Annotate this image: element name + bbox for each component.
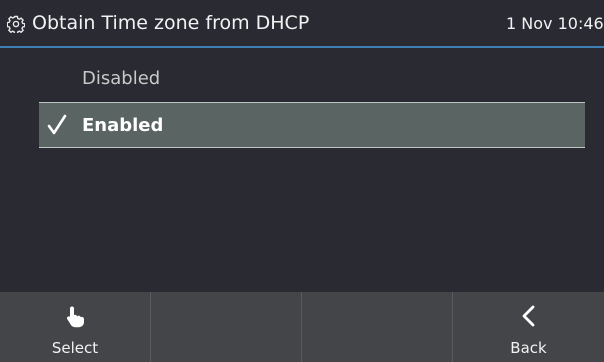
select-softkey[interactable]: Select <box>0 292 151 362</box>
phone-screen: Obtain Time zone from DHCP 1 Nov 10:46 D… <box>0 0 604 362</box>
option-label: Disabled <box>82 68 161 89</box>
hand-pointer-icon <box>66 306 84 328</box>
option-enabled[interactable]: Enabled <box>39 102 585 148</box>
date-time: 1 Nov 10:46 <box>506 14 604 33</box>
page-title: Obtain Time zone from DHCP <box>32 12 310 34</box>
header-bar: Obtain Time zone from DHCP 1 Nov 10:46 <box>0 0 604 48</box>
empty-softkey-3[interactable] <box>302 292 453 362</box>
chevron-left-icon <box>522 305 534 327</box>
option-disabled[interactable]: Disabled <box>39 56 585 102</box>
back-softkey[interactable]: Back <box>453 292 604 362</box>
softkey-bar: Select Back <box>0 292 604 362</box>
back-label: Back <box>510 339 547 357</box>
gear-icon <box>7 15 25 33</box>
option-label: Enabled <box>82 115 164 136</box>
empty-softkey-2[interactable] <box>151 292 302 362</box>
select-label: Select <box>51 339 99 357</box>
checkmark-icon <box>47 114 67 135</box>
